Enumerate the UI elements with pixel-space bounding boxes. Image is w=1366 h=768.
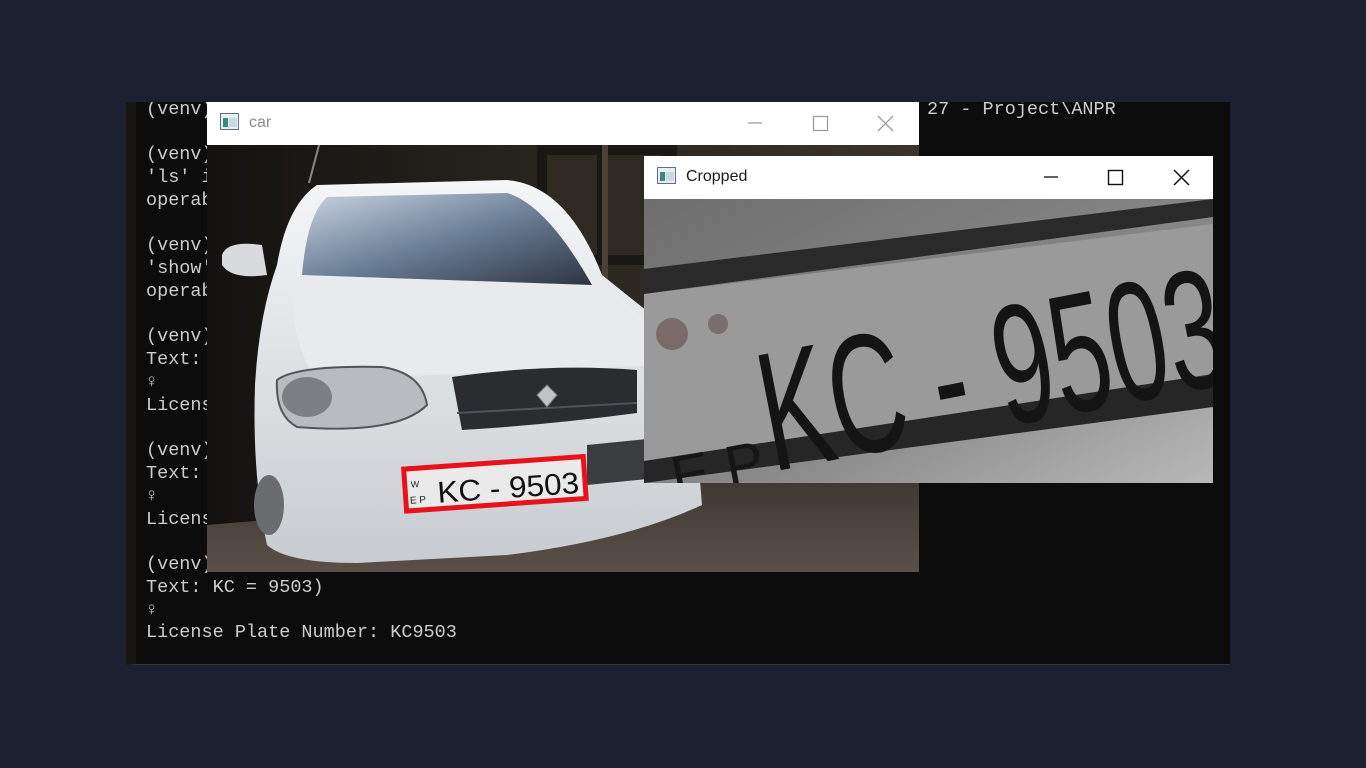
maximize-icon <box>812 115 829 132</box>
close-icon <box>877 115 894 132</box>
minimize-icon <box>1044 176 1058 178</box>
console-line: Licens <box>146 395 213 416</box>
minimize-button[interactable] <box>723 102 787 145</box>
console-line: License Plate Number: KC9503 <box>146 622 457 643</box>
maximize-button[interactable] <box>788 102 852 145</box>
console-line: 'show' <box>146 258 213 279</box>
console-line: Text: KC = 9503) <box>146 577 324 598</box>
car-titlebar[interactable]: car <box>207 102 919 145</box>
maximize-button[interactable] <box>1083 156 1147 199</box>
minimize-icon <box>748 122 762 124</box>
console-line: ♀ <box>146 600 158 621</box>
plate-prefix-top: W <box>410 479 420 490</box>
console-line: ♀ <box>146 372 158 393</box>
console-line: (venv) <box>146 554 213 575</box>
console-line: operab <box>146 190 213 211</box>
console-line: (venv) <box>146 326 213 347</box>
console-line: Licens <box>146 509 213 530</box>
console-path: 27 - Project\ANPR <box>927 102 1116 120</box>
plate-prefix-bottom: E P <box>410 495 427 507</box>
console-line: ♀ <box>146 486 158 507</box>
close-button[interactable] <box>1149 156 1213 199</box>
console-line: operab <box>146 281 213 302</box>
close-button[interactable] <box>853 102 917 145</box>
cropped-window-title: Cropped <box>686 168 748 185</box>
close-icon <box>1173 169 1190 186</box>
console-line: (venv) <box>146 235 213 256</box>
opencv-window-icon <box>657 167 676 184</box>
minimize-button[interactable] <box>1019 156 1083 199</box>
cropped-plate-image: E P KC - 9503 <box>644 199 1213 483</box>
console-line: (venv) <box>146 144 213 165</box>
opencv-window-icon <box>220 113 239 130</box>
cropped-titlebar[interactable]: Cropped <box>644 156 1213 199</box>
car-window-title: car <box>249 114 272 131</box>
console-line: (venv) <box>146 102 213 120</box>
console-line: 'ls' i <box>146 167 213 188</box>
cropped-window[interactable]: Cropped E P KC - 9503 <box>644 156 1213 483</box>
console-line: (venv) <box>146 440 213 461</box>
maximize-icon <box>1107 169 1124 186</box>
